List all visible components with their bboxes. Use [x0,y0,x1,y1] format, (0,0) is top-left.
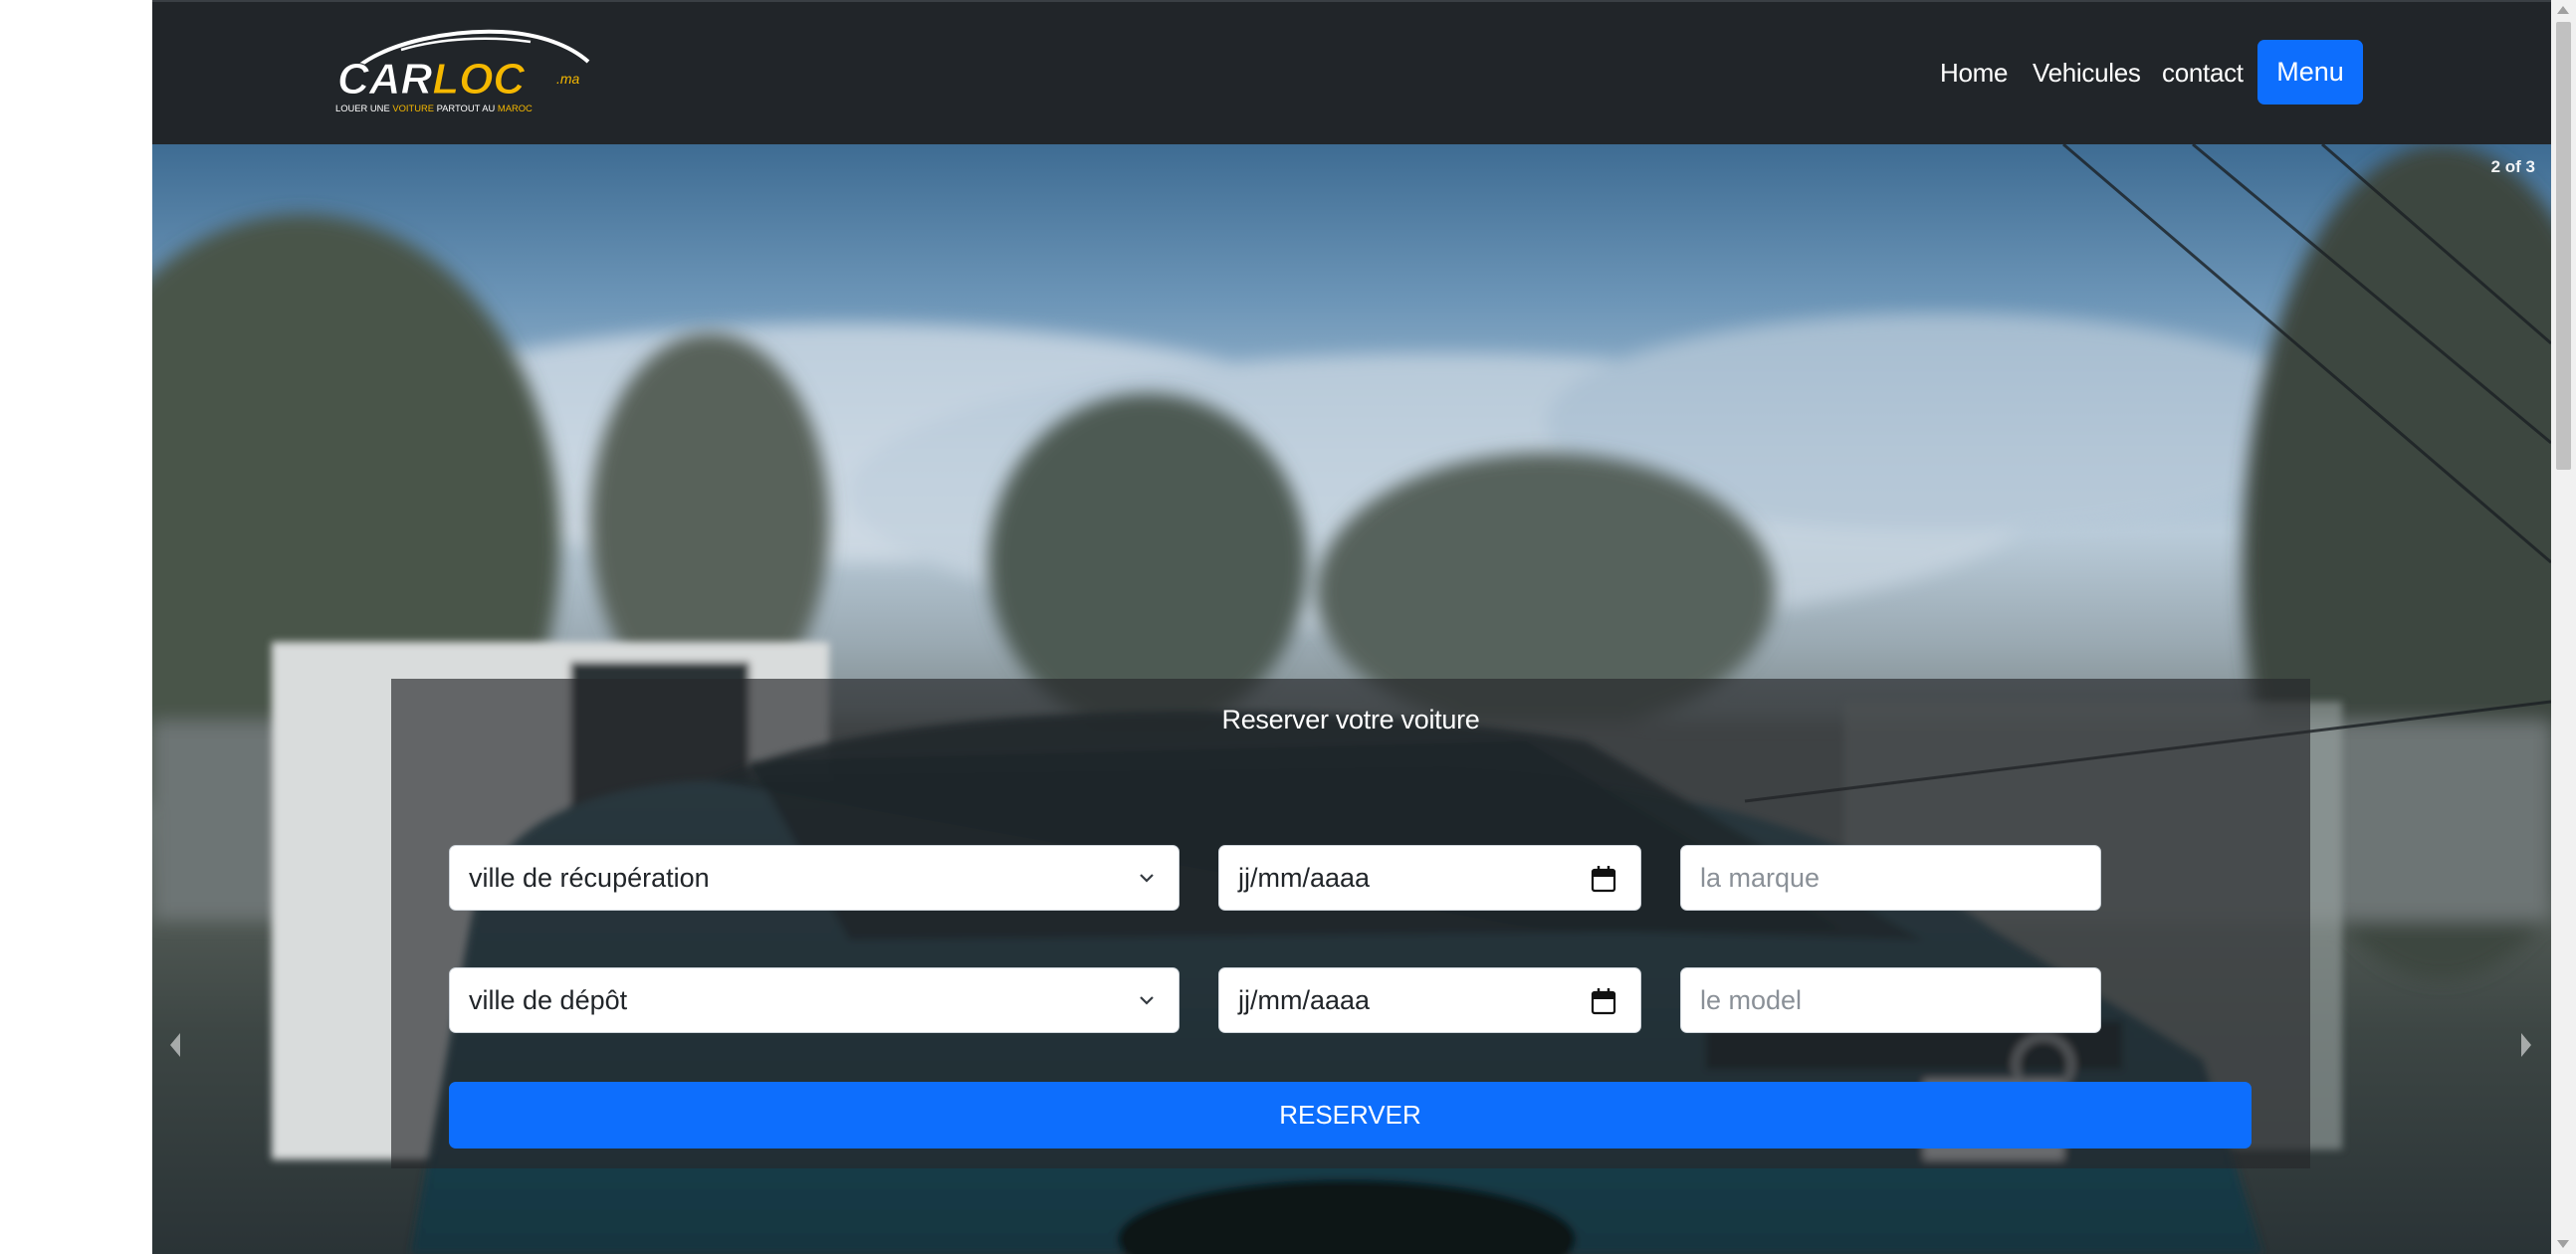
menu-button[interactable]: Menu [2257,40,2363,104]
slide-counter: 2 of 3 [2490,157,2535,176]
model-input[interactable]: le model [1680,967,2101,1033]
pickup-date-value: jj/mm/aaaa [1238,862,1371,893]
hero-carousel: 2 of 3 Reserver votre voiture ville de r… [152,144,2551,1254]
chevron-down-icon [1140,874,1154,883]
drop-city-select[interactable]: ville de dépôt [449,967,1180,1033]
reserve-button[interactable]: RESERVER [449,1082,2252,1149]
navbar: CARLOC .ma LOUER UNE VOITURE PARTOUT AU … [152,0,2551,144]
pickup-city-select[interactable]: ville de récupération [449,845,1180,911]
scroll-up-arrow-icon[interactable] [2557,6,2569,14]
chevron-right-icon [2521,1033,2531,1057]
brand-placeholder: la marque [1700,862,1821,893]
page-scrollbar[interactable] [2551,0,2576,1254]
logo-loc-text: LOC [432,55,526,104]
brand-input[interactable]: la marque [1680,845,2101,911]
logo-ma-text: .ma [556,71,580,87]
reservation-form: Reserver votre voiture ville de récupéra… [391,679,2310,1168]
pickup-city-value: ville de récupération [469,862,710,893]
nav-link-contact[interactable]: contact [2162,57,2244,89]
tagline-part-2: VOITURE [392,103,434,113]
tagline-part-1: LOUER UNE [335,103,392,113]
svg-text:LOUER UNE VOITURE PARTOUT AU M: LOUER UNE VOITURE PARTOUT AU MAROC [335,103,533,113]
svg-text:CARLOC: CARLOC [337,55,526,104]
drop-city-value: ville de dépôt [469,984,628,1015]
carloc-logo-graphic: CARLOC .ma LOUER UNE VOITURE PARTOUT AU … [335,29,590,113]
carousel-prev-button[interactable] [160,1020,190,1070]
chevron-down-icon [1140,996,1154,1005]
logo-car-text: CAR [337,55,433,104]
carousel-next-button[interactable] [2511,1020,2541,1070]
tagline-part-3: PARTOUT AU [434,103,498,113]
chevron-left-icon [170,1033,180,1057]
nav-link-home[interactable]: Home [1940,57,2008,89]
carloc-logo[interactable]: CARLOC .ma LOUER UNE VOITURE PARTOUT AU … [331,28,600,119]
calendar-icon[interactable] [1591,987,1616,1015]
scrollbar-thumb[interactable] [2556,22,2571,470]
pickup-date-input[interactable]: jj/mm/aaaa [1218,845,1641,911]
scroll-down-arrow-icon[interactable] [2557,1240,2569,1248]
tagline-part-4: MAROC [498,103,533,113]
nav-link-vehicules[interactable]: Vehicules [2033,57,2141,89]
reservation-title: Reserver votre voiture [1221,705,1480,734]
calendar-icon[interactable] [1591,865,1616,893]
drop-date-value: jj/mm/aaaa [1238,984,1371,1015]
drop-date-input[interactable]: jj/mm/aaaa [1218,967,1641,1033]
page: CARLOC .ma LOUER UNE VOITURE PARTOUT AU … [152,0,2551,1254]
model-placeholder: le model [1700,984,1803,1015]
